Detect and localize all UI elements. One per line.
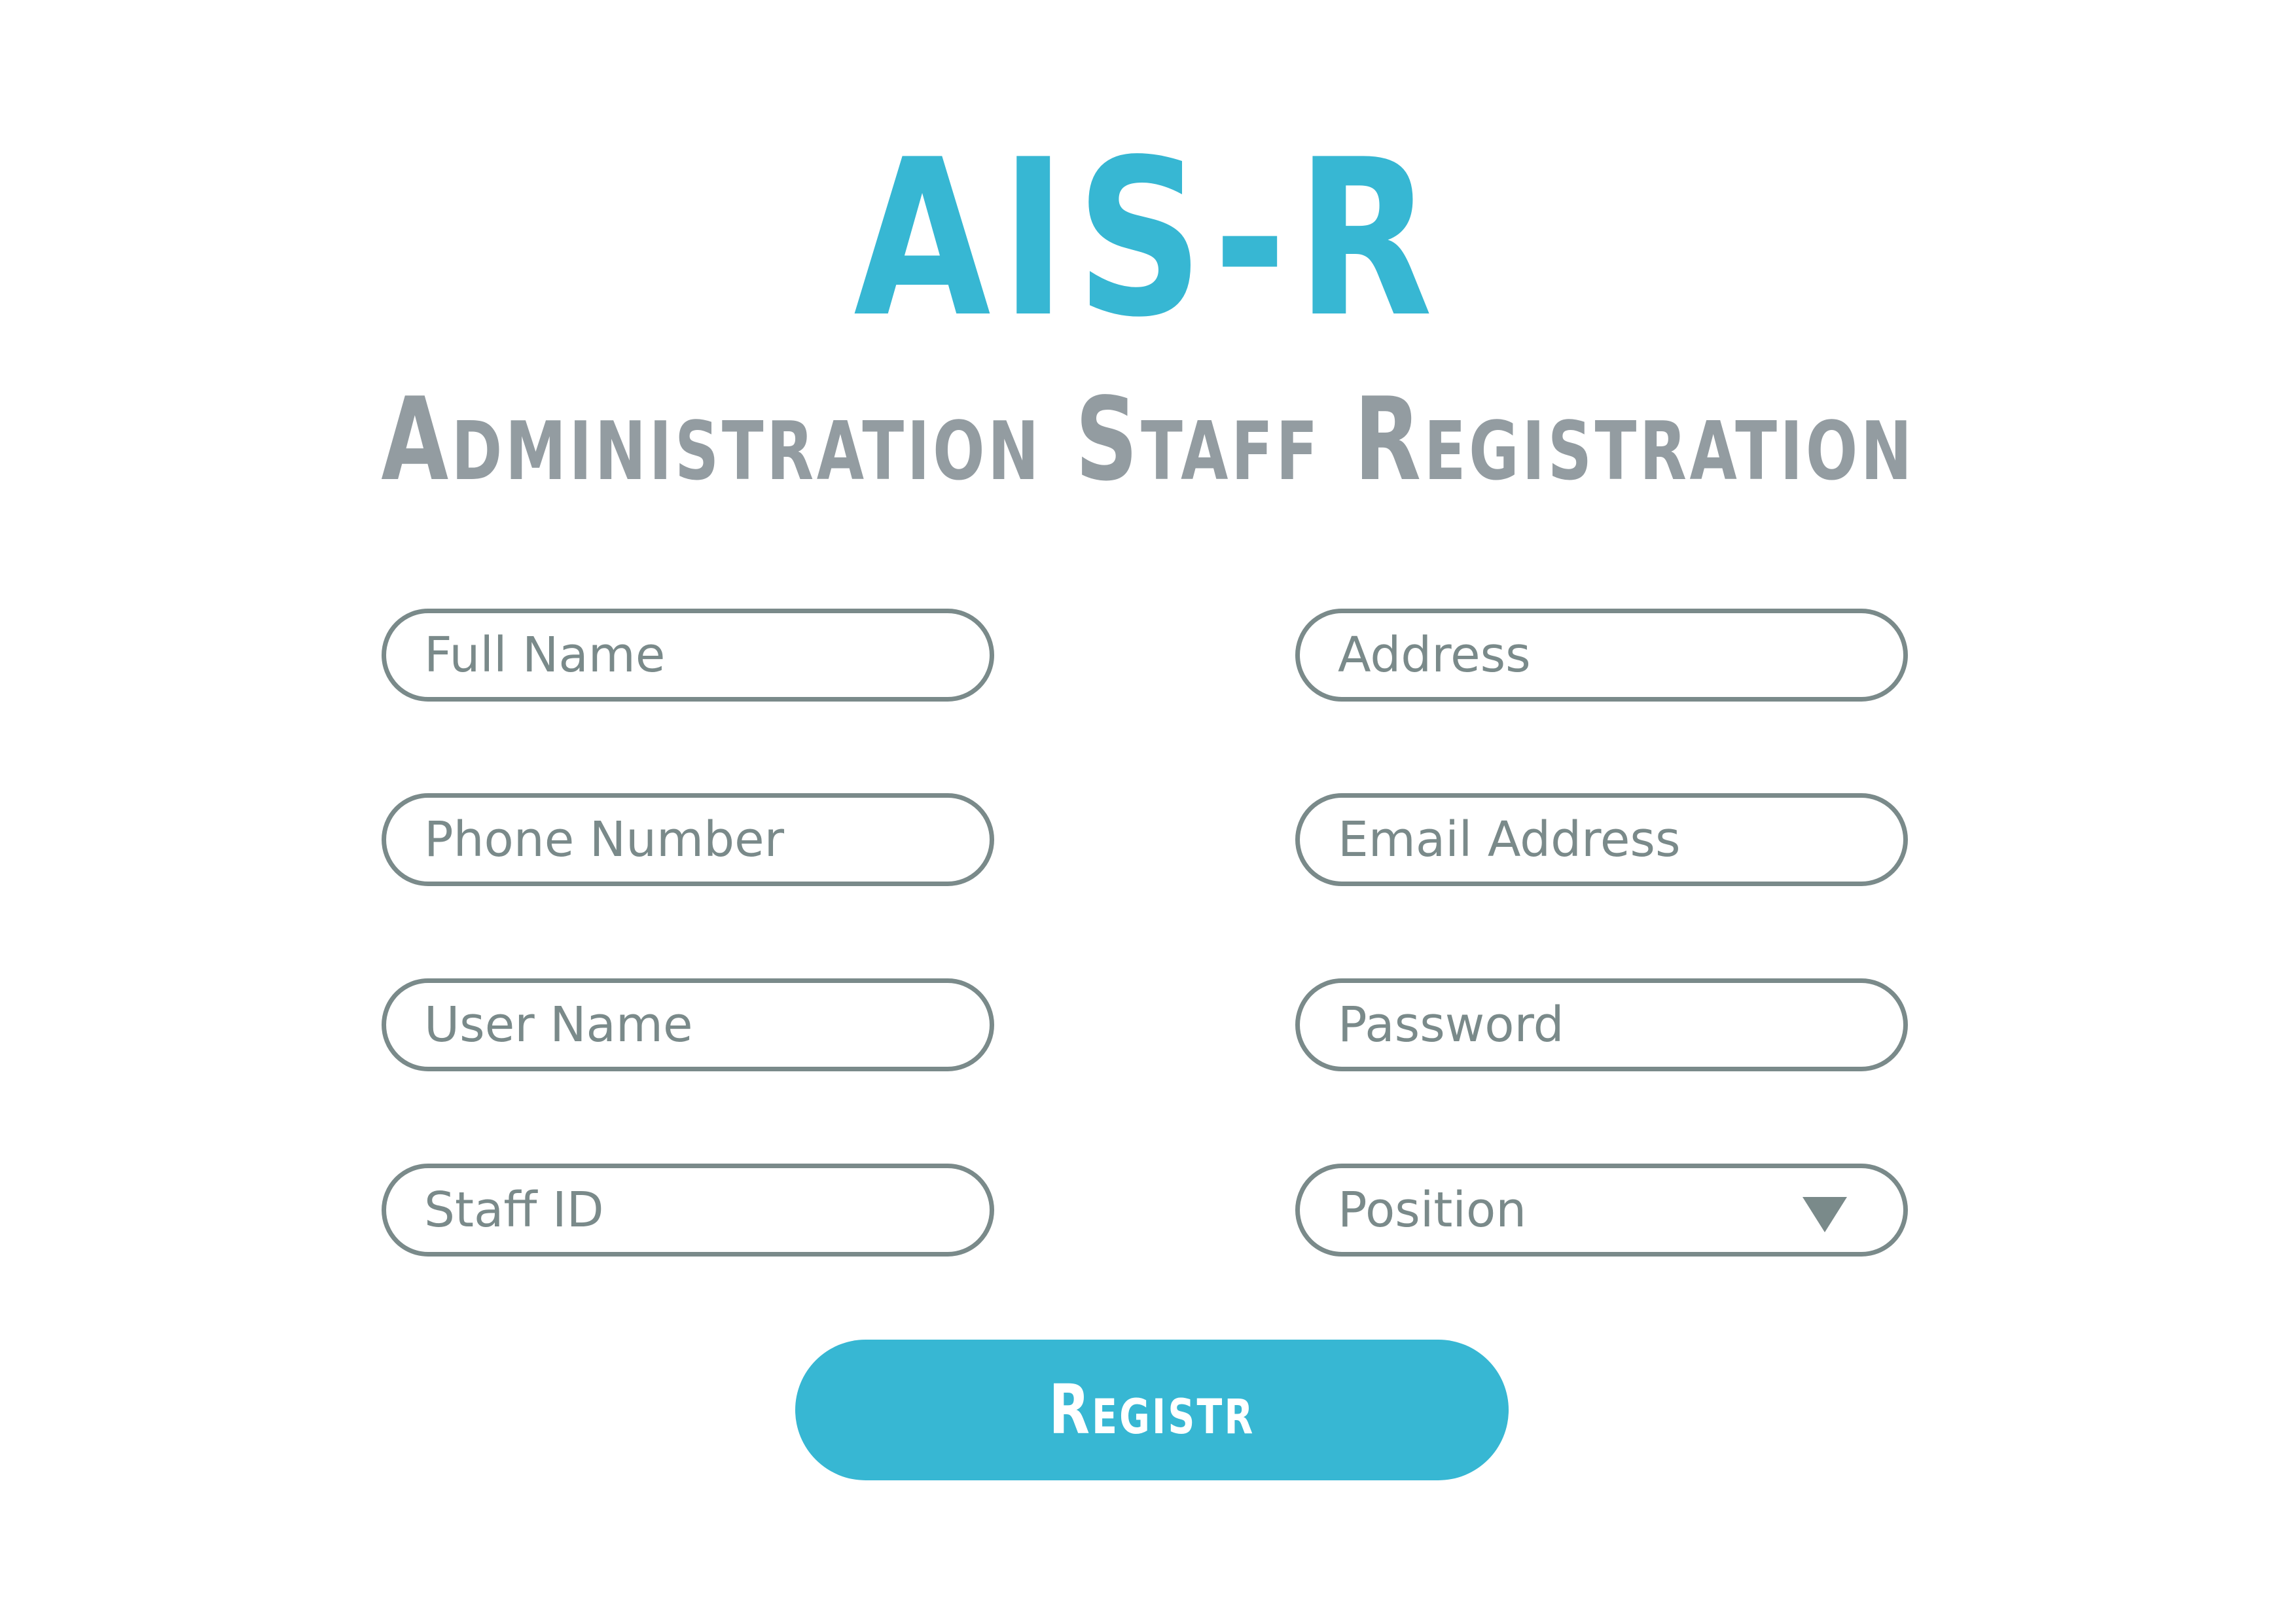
email-address-field[interactable]: Email Address [1295,793,1908,886]
page-subtitle: Administration Staff Registration [381,374,1915,507]
email-address-placeholder: Email Address [1338,812,1681,868]
password-placeholder: Password [1338,997,1564,1053]
address-placeholder: Address [1338,627,1531,683]
full-name-field[interactable]: Full Name [382,609,994,702]
user-name-placeholder: User Name [424,997,693,1053]
position-select[interactable]: Position [1295,1164,1908,1257]
address-field[interactable]: Address [1295,609,1908,702]
dropdown-triangle-icon[interactable] [1803,1197,1847,1232]
staff-id-field[interactable]: Staff ID [382,1164,994,1257]
full-name-placeholder: Full Name [424,627,666,683]
register-button[interactable]: Registr [795,1340,1509,1480]
app-title: AIS-R [853,113,1443,365]
staff-id-placeholder: Staff ID [424,1182,604,1238]
phone-number-placeholder: Phone Number [424,812,785,868]
register-button-label: Registr [1049,1370,1255,1450]
user-name-field[interactable]: User Name [382,978,994,1071]
password-field[interactable]: Password [1295,978,1908,1071]
phone-number-field[interactable]: Phone Number [382,793,994,886]
position-placeholder: Position [1338,1182,1527,1238]
